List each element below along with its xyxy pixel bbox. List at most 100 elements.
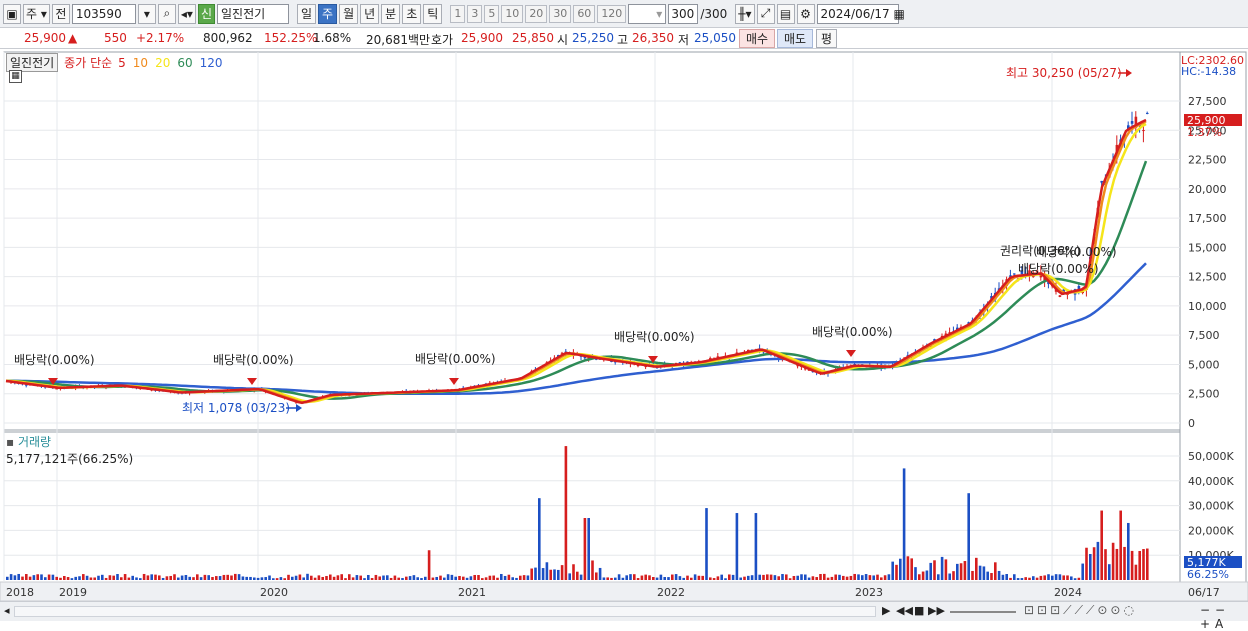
draw-tools-icons[interactable]: ⊡⊡⊡⟋⟋⟋⊙⊙◌ xyxy=(1024,603,1137,618)
company-name-field[interactable]: 일진전기 xyxy=(216,3,289,24)
interval-10[interactable]: 10 xyxy=(501,4,524,23)
volume-bar xyxy=(1123,546,1126,580)
market-type-select[interactable]: 주 ▾ xyxy=(23,3,50,24)
volume-bar xyxy=(576,571,579,580)
date-input[interactable]: 2024/06/17 ▦ xyxy=(816,3,905,24)
volume-bar xyxy=(32,575,36,580)
volume-bar xyxy=(59,577,62,580)
volume-bar xyxy=(773,575,777,580)
volume-bar xyxy=(488,575,492,580)
volume-bar xyxy=(165,576,169,580)
volume-bar xyxy=(386,575,389,580)
volume-axis-label: 30,000K xyxy=(1188,500,1234,513)
draw-tool-icon[interactable]: ⤢ xyxy=(756,3,775,24)
speaker-icon[interactable]: ◂▾ xyxy=(177,3,196,24)
volume-bar xyxy=(408,576,412,580)
volume-bar xyxy=(355,575,359,580)
volume-bar xyxy=(1032,576,1035,580)
volume-bar xyxy=(712,578,716,580)
interval-3[interactable]: 3 xyxy=(467,4,483,23)
volume-bar xyxy=(868,575,872,580)
interval-60[interactable]: 60 xyxy=(573,4,596,23)
volume-bar xyxy=(667,577,670,580)
code-input[interactable]: 103590 xyxy=(71,3,136,24)
volume-bar xyxy=(899,558,902,580)
interval-1[interactable]: 1 xyxy=(450,4,466,23)
calendar-icon[interactable]: ▦ xyxy=(9,70,22,83)
horizontal-scrollbar[interactable] xyxy=(14,606,876,617)
stock-chart[interactable]: 27,50025,00022,50020,00017,50015,00012,5… xyxy=(0,50,1248,602)
zoom-controls-icon[interactable]: −−+A xyxy=(1200,603,1248,631)
volume: 800,962 xyxy=(203,31,253,45)
rewind-icon[interactable]: ◀◀ xyxy=(896,604,913,617)
search-icon[interactable]: ⌕ xyxy=(157,3,176,24)
flat-button[interactable]: 평 xyxy=(816,29,838,48)
interval-30[interactable]: 30 xyxy=(549,4,572,23)
period-second[interactable]: 초 xyxy=(402,3,422,24)
volume-bar xyxy=(952,571,955,580)
volume-bar xyxy=(173,574,176,580)
prev-button[interactable]: 전 xyxy=(51,3,70,24)
volume-bar xyxy=(97,575,100,580)
period-week[interactable]: 주 xyxy=(318,3,338,24)
dividend-annotation: 배당락(0.00%) xyxy=(614,330,695,344)
volume-bar xyxy=(469,576,473,580)
volume-bar xyxy=(104,577,108,580)
price-axis-label: 22,500 xyxy=(1188,154,1227,167)
volume-bar xyxy=(804,574,807,580)
volume-bar xyxy=(9,574,13,580)
scroll-left-icon[interactable]: ◂ xyxy=(4,604,10,617)
candle-type-icon[interactable]: ╫▾ xyxy=(735,3,755,24)
period-month[interactable]: 월 xyxy=(339,3,359,24)
volume-bar xyxy=(336,575,340,580)
interval-dropdown[interactable]: ▾ xyxy=(628,3,667,24)
volume-bar xyxy=(940,556,944,580)
period-tick[interactable]: 틱 xyxy=(423,3,443,24)
volume-bar xyxy=(1039,575,1043,580)
sell-button[interactable]: 매도 xyxy=(777,29,814,48)
stop-icon[interactable]: ■ xyxy=(914,604,924,617)
interval-120[interactable]: 120 xyxy=(597,4,627,23)
volume-bar xyxy=(971,570,974,580)
volume-bar xyxy=(85,575,89,580)
volume-bar xyxy=(572,564,575,580)
volume-bar xyxy=(750,575,754,580)
volume-bar xyxy=(256,577,260,580)
volume-bar xyxy=(997,570,1001,580)
layout-icon[interactable]: ▣ xyxy=(3,3,21,24)
gear-icon[interactable]: ⚙ xyxy=(796,3,815,24)
fast-forward-icon[interactable]: ▶▶ xyxy=(928,604,945,617)
volume-bar xyxy=(1108,564,1111,580)
play-icon[interactable]: ▶ xyxy=(882,604,890,617)
volume-bar xyxy=(412,575,416,580)
volume-bar xyxy=(690,577,693,580)
volume-bar xyxy=(830,576,834,580)
code-dropdown-icon[interactable]: ▾ xyxy=(137,3,156,24)
buy-button[interactable]: 매수 xyxy=(739,29,776,48)
count-input[interactable]: 300 xyxy=(668,3,699,24)
volume-bar xyxy=(921,571,925,580)
volume-bar xyxy=(169,575,172,580)
dividend-annotation: 배당락(0.00%) xyxy=(812,325,893,339)
volume-bar xyxy=(180,575,184,580)
period-day[interactable]: 일 xyxy=(296,3,317,24)
volume-bar xyxy=(557,569,560,580)
volume-bar xyxy=(895,564,898,580)
volume-bar xyxy=(249,576,252,580)
period-year[interactable]: 년 xyxy=(360,3,380,24)
zoom-slider[interactable] xyxy=(950,611,1016,613)
volume-axis-label: 40,000K xyxy=(1188,475,1234,488)
volume-bar xyxy=(693,574,697,580)
interval-5[interactable]: 5 xyxy=(484,4,500,23)
volume-bar xyxy=(602,577,606,580)
volume-bar xyxy=(1146,548,1149,580)
volume-bar xyxy=(321,576,324,580)
interval-20[interactable]: 20 xyxy=(525,4,548,23)
save-icon[interactable]: ▤ xyxy=(776,3,795,24)
volume-bar xyxy=(230,575,233,580)
volume-value: 5,177,121주(66.25%) xyxy=(6,452,134,466)
low-label: 저 xyxy=(678,33,690,47)
volume-bar xyxy=(709,577,712,580)
volume-bar xyxy=(348,574,351,580)
period-minute[interactable]: 분 xyxy=(381,3,401,24)
